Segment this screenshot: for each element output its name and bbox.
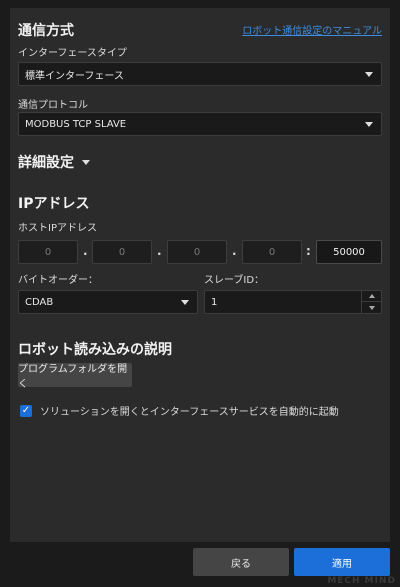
spin-up-button[interactable] — [361, 291, 381, 302]
protocol-select[interactable]: MODBUS TCP SLAVE — [18, 112, 382, 136]
ip-separator-dot: . — [157, 244, 162, 258]
auto-start-checkbox-label: ソリューションを開くとインターフェースサービスを自動的に起動 — [40, 407, 339, 418]
settings-panel: 通信方式 ロボット通信設定のマニュアル インターフェースタイプ 標準インターフェ… — [10, 8, 390, 542]
slave-id-label: スレーブID： — [204, 275, 265, 286]
spin-down-button[interactable] — [361, 302, 381, 313]
ip-separator-dot: . — [232, 244, 237, 258]
byte-order-select[interactable]: CDAB — [18, 290, 198, 314]
chevron-down-icon — [181, 300, 189, 305]
open-program-folder-button[interactable]: プログラムフォルダを開く — [18, 363, 132, 390]
caret-down-icon — [82, 159, 90, 165]
chevron-down-icon — [365, 122, 373, 127]
ip-section-title: IPアドレス — [18, 196, 90, 212]
protocol-value: MODBUS TCP SLAVE — [25, 118, 127, 130]
port-input[interactable]: 50000 — [316, 240, 382, 264]
ip-port-separator: : — [306, 244, 311, 258]
auto-start-interface-option[interactable]: ✓ ソリューションを開くとインターフェースサービスを自動的に起動 — [20, 403, 339, 418]
robot-load-title: ロボット読み込みの説明 — [18, 342, 172, 358]
robot-comm-manual-link[interactable]: ロボット通信設定のマニュアル — [242, 22, 382, 37]
byte-order-label: バイトオーダー： — [18, 275, 98, 286]
ip-octet-4[interactable]: 0 — [242, 240, 302, 264]
ip-octet-2[interactable]: 0 — [92, 240, 152, 264]
slave-id-spinbox[interactable]: 1 — [204, 290, 382, 314]
interface-type-select[interactable]: 標準インターフェース — [18, 62, 382, 86]
arrow-up-icon — [368, 294, 375, 298]
arrow-down-icon — [368, 305, 375, 310]
chevron-down-icon — [365, 72, 373, 77]
advanced-settings-toggle[interactable]: 詳細設定 — [18, 152, 90, 172]
protocol-label: 通信プロトコル — [18, 100, 88, 111]
check-icon[interactable]: ✓ — [20, 404, 32, 417]
back-button[interactable]: 戻る — [193, 548, 289, 576]
comm-section-title: 通信方式 — [18, 23, 74, 39]
ip-separator-dot: . — [83, 244, 88, 258]
byte-order-value: CDAB — [25, 296, 54, 308]
ip-octet-3[interactable]: 0 — [167, 240, 227, 264]
interface-type-label: インターフェースタイプ — [18, 48, 127, 59]
slave-id-value: 1 — [211, 296, 218, 308]
ip-octet-1[interactable]: 0 — [18, 240, 78, 264]
brand-watermark: MECH MIND — [327, 576, 396, 586]
advanced-settings-title: 詳細設定 — [18, 155, 74, 171]
host-ip-label: ホストIPアドレス — [18, 223, 97, 234]
apply-button[interactable]: 適用 — [294, 548, 390, 576]
interface-type-value: 標準インターフェース — [25, 70, 124, 82]
